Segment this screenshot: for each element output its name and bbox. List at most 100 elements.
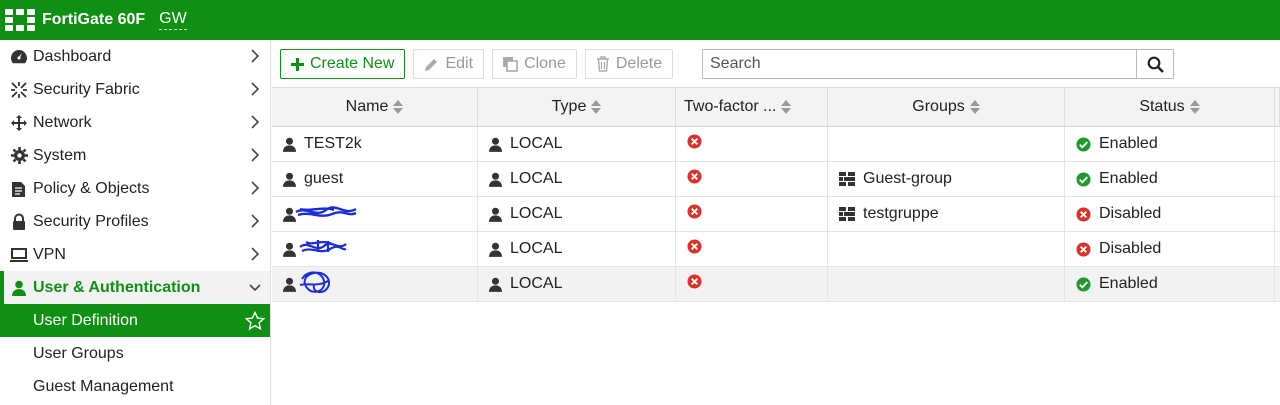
cell-status: Enabled [1065, 162, 1275, 196]
table-row[interactable]: LOCAL testgruppe Disabled [272, 197, 1280, 232]
cell-type: LOCAL [478, 162, 676, 196]
clone-icon [503, 56, 518, 72]
sidebar-item-policy-objects[interactable]: Policy & Objects [0, 172, 270, 205]
sidebar-item-dashboard[interactable]: Dashboard [0, 40, 270, 73]
vpn-icon [9, 246, 29, 264]
user-icon [489, 277, 502, 292]
active-section-indicator [0, 271, 4, 304]
chevron-down-icon [249, 284, 261, 292]
star-icon[interactable] [245, 311, 265, 331]
user-icon [489, 172, 502, 187]
hostname[interactable]: GW [159, 10, 187, 30]
sort-icon [969, 100, 980, 114]
redacted-scribble [299, 238, 348, 261]
chevron-right-icon [251, 214, 260, 228]
user-icon [283, 172, 296, 187]
cell-two-factor [676, 232, 828, 266]
group-icon [839, 207, 855, 221]
column-header-status[interactable]: Status [1065, 88, 1275, 126]
cell-groups [828, 267, 1065, 301]
user-icon [283, 137, 296, 152]
chevron-right-icon [251, 82, 260, 96]
search-icon [1147, 56, 1164, 73]
user-icon [489, 242, 502, 257]
user-icon [283, 242, 296, 257]
user-icon [9, 279, 29, 297]
delete-button[interactable]: Delete [584, 49, 674, 79]
sidebar-item-system[interactable]: System [0, 139, 270, 172]
sidebar-subitem-user-definition[interactable]: User Definition [0, 304, 270, 337]
plus-icon [291, 57, 304, 71]
sort-icon [781, 100, 792, 114]
x-circle-icon [687, 274, 702, 294]
cell-name: guest [272, 162, 478, 196]
sidebar-item-network[interactable]: Network [0, 106, 270, 139]
fortinet-logo-icon[interactable] [0, 0, 40, 40]
group-icon [839, 172, 855, 186]
cell-status: Enabled [1065, 127, 1275, 161]
lock-icon [9, 213, 29, 231]
sidebar-item-security-fabric[interactable]: Security Fabric [0, 73, 270, 106]
toolbar: Create New Edit Clone Delete [280, 49, 681, 79]
table-row[interactable]: TEST2k LOCAL Enabled [272, 127, 1280, 162]
table-row[interactable]: LOCAL Enabled [272, 267, 1280, 302]
create-new-button[interactable]: Create New [280, 49, 406, 79]
sidebar-item-security-profiles[interactable]: Security Profiles [0, 205, 270, 238]
cell-type: LOCAL [478, 267, 676, 301]
header-spacer [1275, 88, 1280, 126]
chevron-right-icon [251, 181, 260, 195]
cell-name: TEST2k [272, 127, 478, 161]
column-header-two-factor[interactable]: Two-factor ... [676, 88, 828, 126]
cell-type: LOCAL [478, 127, 676, 161]
sort-icon [591, 100, 602, 114]
clone-button[interactable]: Clone [492, 49, 577, 79]
policy-icon [9, 180, 29, 198]
redacted-scribble [299, 267, 336, 301]
trash-icon [596, 56, 610, 72]
sort-icon [1189, 100, 1200, 114]
user-table: Name Type Two-factor ... Groups Status T… [272, 87, 1280, 302]
cell-name [272, 197, 478, 231]
cell-type: LOCAL [478, 232, 676, 266]
search-button[interactable] [1136, 50, 1173, 78]
edit-button[interactable]: Edit [413, 49, 485, 79]
x-circle-icon [687, 239, 702, 259]
column-header-groups[interactable]: Groups [828, 88, 1065, 126]
sidebar-subitem-guest-management[interactable]: Guest Management [0, 370, 270, 403]
cell-two-factor [676, 197, 828, 231]
main-content: Create New Edit Clone Delete Search Name… [272, 40, 1280, 405]
check-circle-icon [1076, 276, 1091, 292]
dashboard-icon [9, 48, 29, 66]
cell-groups [828, 127, 1065, 161]
table-row[interactable]: guest LOCAL Guest-group Enabled [272, 162, 1280, 197]
x-circle-icon [687, 204, 702, 224]
x-circle-icon [1076, 241, 1091, 257]
search-input[interactable] [703, 50, 1136, 78]
x-circle-icon [1076, 206, 1091, 222]
column-header-type[interactable]: Type [478, 88, 676, 126]
search-box [702, 49, 1174, 79]
sidebar-item-vpn[interactable]: VPN [0, 238, 270, 271]
chevron-right-icon [251, 148, 260, 162]
fabric-icon [9, 81, 29, 99]
cell-type: LOCAL [478, 197, 676, 231]
sidebar-subitem-user-groups[interactable]: User Groups [0, 337, 270, 370]
cell-status: Enabled [1065, 267, 1275, 301]
check-circle-icon [1076, 136, 1091, 152]
table-header: Name Type Two-factor ... Groups Status [272, 87, 1280, 127]
pencil-icon [424, 57, 439, 72]
cell-status: Disabled [1065, 197, 1275, 231]
gear-icon [9, 147, 29, 165]
table-row[interactable]: LOCAL Disabled [272, 232, 1280, 267]
cell-name [272, 232, 478, 266]
cell-two-factor [676, 127, 828, 161]
sort-icon [393, 100, 404, 114]
network-icon [9, 114, 29, 132]
user-icon [489, 207, 502, 222]
sidebar-item-user-authentication[interactable]: User & Authentication [0, 271, 270, 304]
column-header-name[interactable]: Name [272, 88, 478, 126]
cell-status: Disabled [1065, 232, 1275, 266]
cell-two-factor [676, 162, 828, 196]
cell-two-factor [676, 267, 828, 301]
user-icon [489, 137, 502, 152]
